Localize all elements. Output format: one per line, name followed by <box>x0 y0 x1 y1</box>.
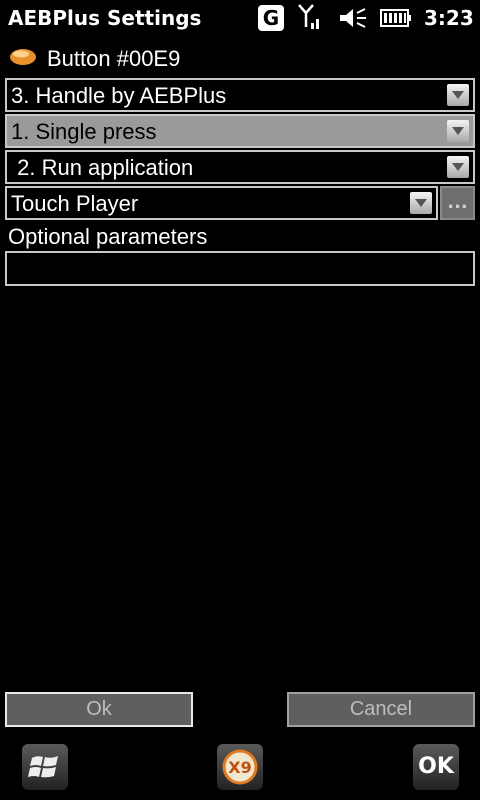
handler-select-value: 3. Handle by AEBPlus <box>11 83 227 108</box>
chevron-down-icon[interactable] <box>447 84 469 106</box>
g-icon: G <box>258 5 284 31</box>
optional-parameters-input[interactable] <box>5 251 475 286</box>
app-title: AEBPlus Settings <box>8 6 202 30</box>
volume-icon <box>338 6 368 30</box>
browse-button[interactable]: ... <box>440 186 475 220</box>
pill-icon <box>8 47 38 67</box>
chevron-down-icon[interactable] <box>447 120 469 142</box>
taskbar-ok-button[interactable]: OK <box>413 744 459 790</box>
application-select[interactable]: Touch Player <box>5 186 438 220</box>
taskbar: X9 OK <box>0 736 480 800</box>
x9-icon[interactable]: X9 <box>217 744 263 790</box>
clock: 3:23 <box>424 6 474 30</box>
battery-icon <box>380 8 412 28</box>
action-select[interactable]: 2. Run application <box>5 150 475 184</box>
press-type-select-value: 1. Single press <box>11 119 157 144</box>
button-name: Button #00E9 <box>47 46 181 71</box>
action-select-value: 2. Run application <box>11 155 194 180</box>
chevron-down-icon[interactable] <box>447 156 469 178</box>
x9-icon-label: X9 <box>228 758 251 777</box>
application-select-value: Touch Player <box>11 191 139 216</box>
status-bar[interactable]: AEBPlus Settings G 3:23 <box>0 0 480 36</box>
windows-logo-icon[interactable] <box>22 744 68 790</box>
chevron-down-icon[interactable] <box>410 192 432 214</box>
ok-button[interactable]: Ok <box>5 692 193 727</box>
handler-select[interactable]: 3. Handle by AEBPlus <box>5 78 475 112</box>
optional-parameters-label: Optional parameters <box>8 224 208 249</box>
press-type-select[interactable]: 1. Single press <box>5 114 475 148</box>
cancel-button[interactable]: Cancel <box>287 692 475 727</box>
signal-icon <box>297 3 323 33</box>
screen: AEBPlus Settings G 3:23 Button #00E9 3. … <box>0 0 480 800</box>
